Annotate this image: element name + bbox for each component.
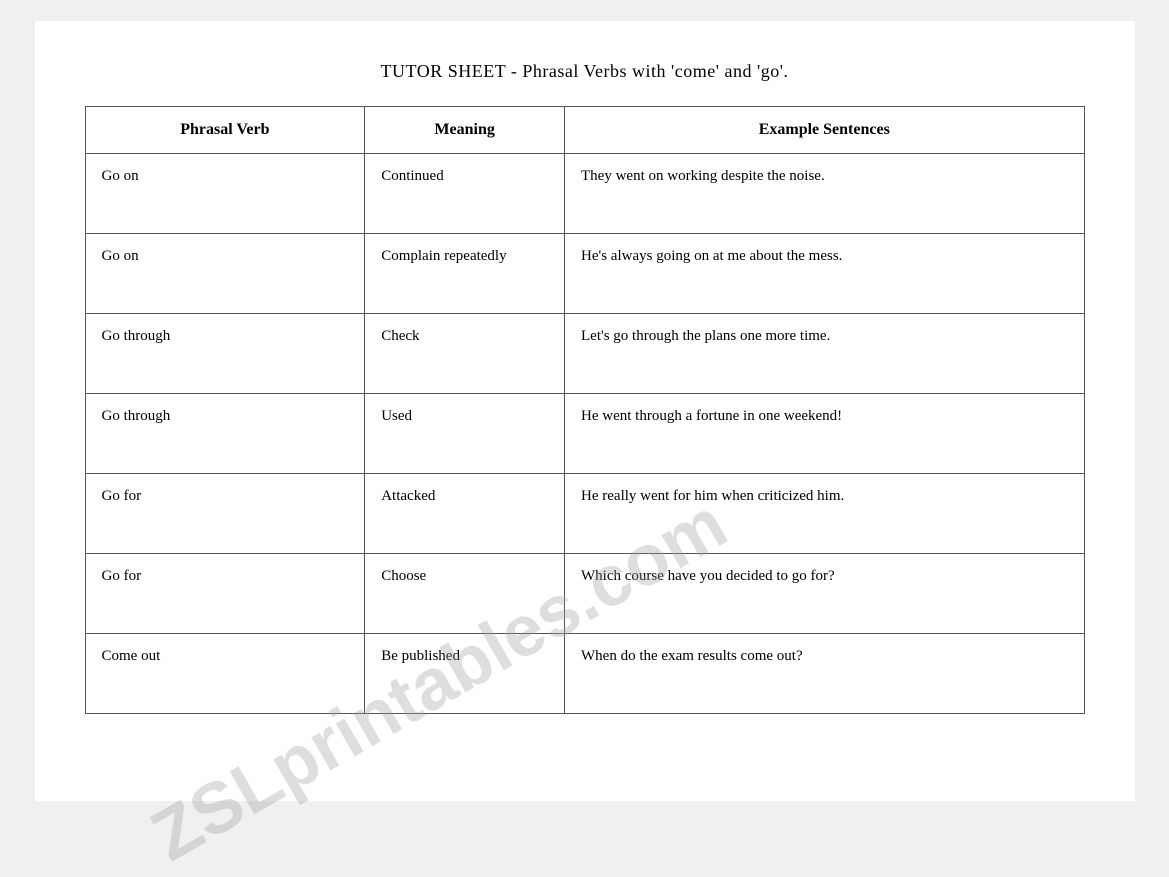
table-row: Go throughUsedHe went through a fortune … [85,393,1084,473]
table-row: Go forChooseWhich course have you decide… [85,553,1084,633]
cell-phrasal-verb: Go on [85,153,365,233]
cell-example: Which course have you decided to go for? [565,553,1084,633]
cell-meaning: Choose [365,553,565,633]
cell-meaning: Check [365,313,565,393]
cell-example: He's always going on at me about the mes… [565,233,1084,313]
header-phrasal-verb: Phrasal Verb [85,106,365,153]
cell-meaning: Attacked [365,473,565,553]
cell-example: When do the exam results come out? [565,633,1084,713]
cell-phrasal-verb: Come out [85,633,365,713]
table-header-row: Phrasal Verb Meaning Example Sentences [85,106,1084,153]
table-row: Go throughCheckLet's go through the plan… [85,313,1084,393]
cell-meaning: Used [365,393,565,473]
cell-example: He really went for him when criticized h… [565,473,1084,553]
cell-example: They went on working despite the noise. [565,153,1084,233]
header-example-sentences: Example Sentences [565,106,1084,153]
cell-phrasal-verb: Go for [85,553,365,633]
phrasal-verbs-table: Phrasal Verb Meaning Example Sentences G… [85,106,1085,714]
table-row: Go onComplain repeatedlyHe's always goin… [85,233,1084,313]
cell-meaning: Complain repeatedly [365,233,565,313]
cell-example: Let's go through the plans one more time… [565,313,1084,393]
cell-phrasal-verb: Go through [85,313,365,393]
page-title: TUTOR SHEET - Phrasal Verbs with 'come' … [85,61,1085,82]
cell-meaning: Continued [365,153,565,233]
cell-meaning: Be published [365,633,565,713]
cell-phrasal-verb: Go on [85,233,365,313]
cell-phrasal-verb: Go through [85,393,365,473]
page: TUTOR SHEET - Phrasal Verbs with 'come' … [35,21,1135,801]
table-row: Go forAttackedHe really went for him whe… [85,473,1084,553]
cell-example: He went through a fortune in one weekend… [565,393,1084,473]
table-row: Go onContinuedThey went on working despi… [85,153,1084,233]
header-meaning: Meaning [365,106,565,153]
table-row: Come outBe publishedWhen do the exam res… [85,633,1084,713]
cell-phrasal-verb: Go for [85,473,365,553]
